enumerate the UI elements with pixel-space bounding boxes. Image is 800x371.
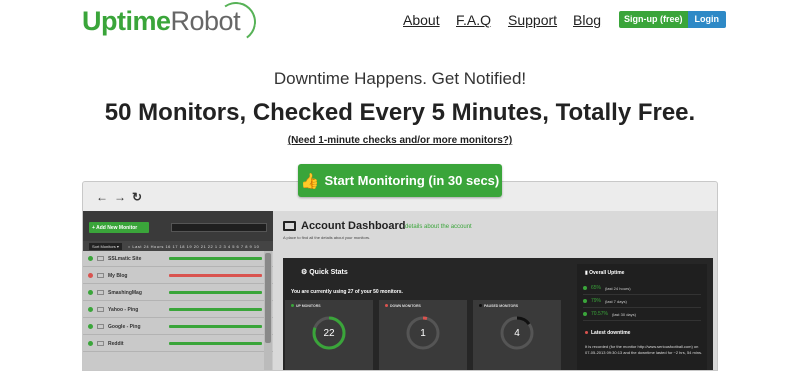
login-button[interactable]: Login: [687, 11, 726, 28]
sidebar-top: + Add New Monitor: [83, 211, 273, 241]
uptime-pct: 65%: [591, 285, 602, 291]
uptime-bar: [169, 274, 262, 277]
uptime-row: 65% (last 24 hours): [583, 282, 701, 295]
monitor-row[interactable]: Reddit: [83, 336, 273, 352]
quick-stats-label: Quick Stats: [309, 269, 348, 276]
uptime-bar: [169, 325, 262, 328]
upgrade-link[interactable]: (Need 1-minute checks and/or more monito…: [0, 135, 800, 146]
status-up-icon: [88, 307, 93, 312]
monitor-screen-icon: [283, 221, 296, 231]
monitor-sidebar: + Add New Monitor Sort Monitors ▾ ○ Last…: [83, 211, 273, 370]
monitor-icon: [97, 273, 104, 278]
uptime-bar: [169, 342, 262, 345]
filter-row: Sort Monitors ▾ ○ Last 24 Hours 16 17 18…: [83, 241, 273, 251]
up-monitors-card: UP MONITORS 22: [285, 300, 373, 370]
uptime-row: 79% (last 7 days): [583, 295, 701, 308]
status-down-icon: [88, 273, 93, 278]
uptime-row: 70.57% (last 30 days): [583, 308, 701, 321]
logo[interactable]: UptimeRobot: [82, 0, 260, 46]
signup-button[interactable]: Sign-up (free): [619, 11, 688, 28]
nav-blog[interactable]: Blog: [573, 12, 601, 28]
nav-support[interactable]: Support: [508, 12, 557, 28]
monitor-icon: [97, 307, 104, 312]
sidebar-scrollbar[interactable]: [264, 251, 272, 370]
site-header: UptimeRobot About F.A.Q Support Blog Sig…: [0, 0, 800, 48]
logo-uptime: Uptime: [82, 6, 171, 36]
stat-label-text: DOWN MONITORS: [390, 304, 421, 308]
cta-label: Start Monitoring (in 30 secs): [324, 173, 500, 188]
monitor-row[interactable]: Yahoo - Ping: [83, 302, 273, 318]
monitor-icon: [97, 256, 104, 261]
auth-buttons: Sign-up (free) Login: [619, 11, 726, 28]
forward-arrow-icon: →: [114, 190, 126, 204]
overall-uptime-title: ▮ Overall Uptime: [585, 270, 625, 276]
overall-uptime-box: ▮ Overall Uptime 65% (last 24 hours) 79%(…: [577, 264, 707, 370]
quick-stats-panel: ⚙ Quick Stats You are currently using 27…: [283, 258, 713, 370]
down-count: 1: [420, 328, 426, 339]
status-up-icon: [88, 256, 93, 261]
uptime-period: (last 30 days): [611, 311, 636, 317]
status-up-icon: [88, 341, 93, 346]
latest-downtime-label: Latest downtime: [591, 330, 631, 336]
monitor-row[interactable]: Google - Ping: [83, 319, 273, 335]
latest-downtime-text: It is recorded (for the monitor http://w…: [585, 344, 703, 355]
browser-mockup: ← → ↻ + Add New Monitor Sort Monitors ▾ …: [82, 181, 718, 371]
dashboard-title: Account Dashboard: [301, 220, 406, 232]
dashboard-description: A place to find all the details about yo…: [283, 235, 371, 240]
latest-downtime-title: Latest downtime: [585, 330, 630, 336]
monitor-name: Reddit: [108, 340, 124, 347]
headline: 50 Monitors, Checked Every 5 Minutes, To…: [104, 99, 696, 126]
sort-monitors-button[interactable]: Sort Monitors ▾: [89, 242, 122, 250]
monitor-name: Google - Ping: [108, 323, 141, 330]
monitor-row[interactable]: SSLmatic Site: [83, 251, 273, 267]
start-monitoring-button[interactable]: 👍 Start Monitoring (in 30 secs): [298, 164, 502, 197]
dashboard-area: Account Dashboard details about the acco…: [273, 211, 717, 370]
add-monitor-button[interactable]: + Add New Monitor: [89, 222, 149, 233]
status-up-icon: [88, 290, 93, 295]
uptime-period: (last 24 hours): [605, 285, 631, 291]
monitor-name: Yahoo - Ping: [108, 306, 139, 313]
monitor-name: SSLmatic Site: [108, 255, 142, 262]
nav-about[interactable]: About: [403, 12, 440, 28]
uptime-pct: 70.57%: [591, 311, 608, 317]
monitor-row[interactable]: SmashingMag: [83, 285, 273, 301]
stat-label: UP MONITORS: [291, 304, 321, 308]
uptime-period: (last 7 days): [605, 298, 627, 304]
monitor-name: My Blog: [108, 272, 128, 279]
monitor-icon: [97, 341, 104, 346]
uptime-bar: [169, 308, 262, 311]
tagline: Downtime Happens. Get Notified!: [273, 69, 527, 88]
thumbs-up-icon: 👍: [300, 172, 320, 190]
monitor-search-input[interactable]: [171, 223, 267, 232]
back-arrow-icon: ←: [96, 190, 108, 204]
quick-stats-title: ⚙ Quick Stats: [301, 269, 348, 276]
stat-label-text: PAUSED MONITORS: [484, 304, 519, 308]
monitor-icon: [97, 290, 104, 295]
scrollbar-thumb[interactable]: [265, 253, 271, 343]
up-count: 22: [323, 328, 335, 339]
uptime-bar: [169, 257, 262, 260]
stat-label-text: UP MONITORS: [296, 304, 321, 308]
stat-label: DOWN MONITORS: [385, 304, 421, 308]
paused-monitors-card: PAUSED MONITORS 4: [473, 300, 561, 370]
paused-count: 4: [514, 328, 520, 339]
uptime-bar: [169, 291, 262, 294]
refresh-icon: ↻: [132, 190, 143, 204]
down-monitors-card: DOWN MONITORS 1: [379, 300, 467, 370]
overall-uptime-label: Overall Uptime: [589, 270, 625, 276]
usage-text: You are currently using 27 of your 50 mo…: [291, 289, 403, 295]
uptime-pct: 79%: [591, 298, 602, 304]
monitor-name: SmashingMag: [108, 289, 142, 296]
monitor-row[interactable]: My Blog: [83, 268, 273, 284]
status-up-icon: [88, 324, 93, 329]
nav-faq[interactable]: F.A.Q: [456, 12, 491, 28]
monitor-icon: [97, 324, 104, 329]
stat-label: PAUSED MONITORS: [479, 304, 518, 308]
dashboard-subtitle: details about the account: [405, 224, 472, 230]
timeline-ticks: ○ Last 24 Hours 16 17 18 19 20 21 22 1 2…: [127, 243, 260, 249]
